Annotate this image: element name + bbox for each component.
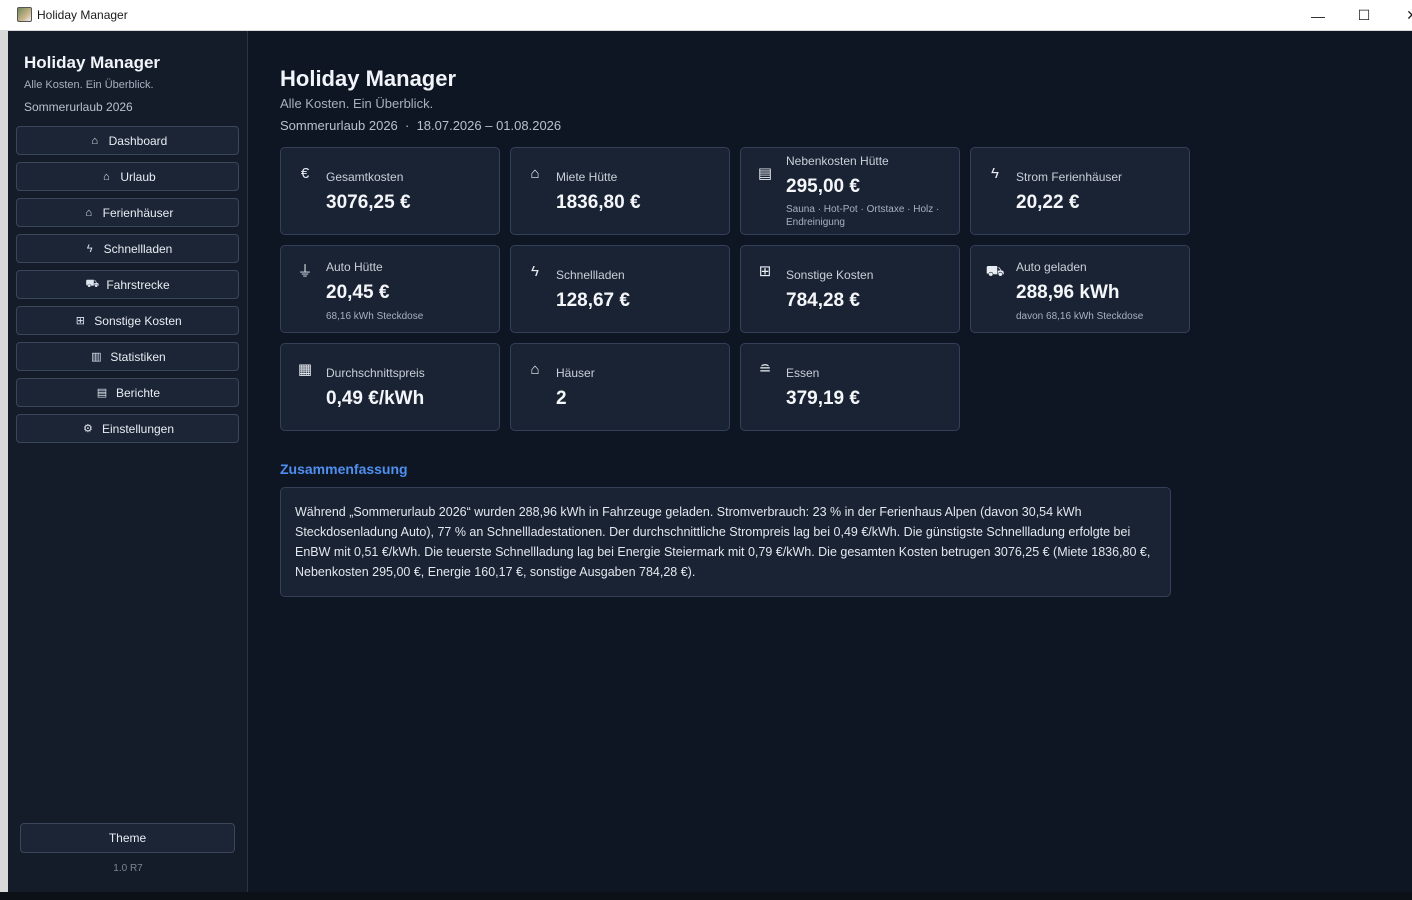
card-auto-huette: ⏚ Auto Hütte 20,45 € 68,16 kWh Steckdose [280, 245, 500, 333]
receipt-icon: ▤ [757, 165, 773, 182]
page-subtitle: Alle Kosten. Ein Überblick. [280, 96, 434, 111]
card-value: 295,00 € [786, 176, 860, 197]
nav-dashboard-button[interactable]: ⌂ Dashboard [16, 126, 239, 155]
card-essen: ≘ Essen 379,19 € [740, 343, 960, 431]
cart-icon: ⊞ [758, 263, 772, 280]
bolt-icon: ϟ [991, 165, 999, 182]
page-title: Holiday Manager [280, 66, 457, 91]
nav-sonstige-kosten-button[interactable]: ⊞ Sonstige Kosten [16, 306, 239, 335]
card-gesamtkosten: € Gesamtkosten 3076,25 € [280, 147, 500, 235]
car-icon: ⛟ [985, 263, 1005, 280]
card-label: Nebenkosten Hütte [786, 154, 889, 168]
nav-label: Ferienhäuser [102, 205, 174, 220]
window-title-bar: Holiday Manager — ☐ ✕ [0, 0, 1412, 31]
card-note: davon 68,16 kWh Steckdose [1016, 311, 1144, 322]
card-label: Häuser [556, 366, 595, 380]
window-bottom-edge [0, 892, 1412, 900]
sidebar-subtitle: Alle Kosten. Ein Überblick. [24, 79, 154, 91]
nav-label: Berichte [115, 385, 161, 400]
cart-icon: ⊞ [75, 315, 85, 327]
house-icon: ⌂ [85, 206, 92, 219]
card-label: Auto geladen [1016, 260, 1087, 274]
minimize-button[interactable]: — [1295, 0, 1341, 31]
card-schnellladen: ϟ Schnellladen 128,67 € [510, 245, 730, 333]
nav-label: Einstellungen [101, 421, 175, 436]
card-value: 784,28 € [786, 290, 860, 311]
burger-icon: ≘ [758, 361, 772, 378]
nav-label: Fahrstrecke [106, 277, 170, 292]
plug-icon: ⏚ [297, 263, 313, 280]
nav-statistiken-button[interactable]: ▥ Statistiken [16, 342, 239, 371]
card-value: 1836,80 € [556, 192, 641, 213]
car-icon: ⛟ [85, 277, 100, 290]
card-label: Miete Hütte [556, 170, 618, 184]
card-value: 20,22 € [1016, 192, 1080, 213]
card-durchschnittspreis: ▦ Durchschnittspreis 0,49 €/kWh [280, 343, 500, 431]
summary-text: Während „Sommerurlaub 2026“ wurden 288,9… [280, 487, 1171, 597]
nav-label: Statistiken [110, 349, 166, 364]
nav-berichte-button[interactable]: ▤ Berichte [16, 378, 239, 407]
theme-button[interactable]: Theme [20, 823, 235, 853]
bar-chart-icon: ▥ [91, 351, 102, 363]
card-label: Durchschnittspreis [326, 366, 425, 380]
bolt-icon: ϟ [531, 263, 539, 280]
card-sonstige-kosten: ⊞ Sonstige Kosten 784,28 € [740, 245, 960, 333]
house-icon: ⌂ [530, 165, 540, 182]
maximize-button[interactable]: ☐ [1341, 0, 1387, 31]
card-miete-huette: ⌂ Miete Hütte 1836,80 € [510, 147, 730, 235]
window-edge [0, 31, 8, 900]
card-value: 379,19 € [786, 388, 860, 409]
gear-icon: ⚙ [83, 423, 93, 435]
summary-heading: Zusammenfassung [280, 461, 408, 477]
trip-date-range: Sommerurlaub 2026 · 18.07.2026 – 01.08.2… [280, 118, 562, 133]
card-label: Gesamtkosten [326, 170, 404, 184]
card-label: Sonstige Kosten [786, 268, 874, 282]
nav-label: Schnellladen [103, 241, 173, 256]
card-label: Essen [786, 366, 820, 380]
close-button[interactable]: ✕ [1389, 0, 1412, 31]
nav-einstellungen-button[interactable]: ⚙ Einstellungen [16, 414, 239, 443]
house-icon: ⌂ [530, 361, 540, 378]
card-label: Strom Ferienhäuser [1016, 170, 1123, 184]
card-auto-geladen: ⛟ Auto geladen 288,96 kWh davon 68,16 kW… [970, 245, 1190, 333]
document-icon: ▤ [96, 387, 108, 399]
card-label: Auto Hütte [326, 260, 383, 274]
card-value: 0,49 €/kWh [326, 388, 425, 409]
bolt-icon: ϟ [86, 242, 93, 255]
house-icon: ⌂ [102, 170, 110, 183]
card-value: 128,67 € [556, 290, 630, 311]
window-title: Holiday Manager [37, 8, 128, 22]
card-value: 288,96 kWh [1016, 282, 1120, 303]
nav-label: Sonstige Kosten [94, 313, 182, 328]
sidebar: Holiday Manager Alle Kosten. Ein Überbli… [8, 31, 248, 892]
card-note: 68,16 kWh Steckdose [326, 311, 424, 322]
euro-icon: € [300, 165, 310, 182]
card-value: 2 [556, 388, 567, 409]
app-icon [17, 7, 32, 22]
nav-label: Dashboard [108, 133, 168, 148]
card-haeuser: ⌂ Häuser 2 [510, 343, 730, 431]
house-icon: ⌂ [91, 134, 98, 147]
nav-schnellladen-button[interactable]: ϟ Schnellladen [16, 234, 239, 263]
sidebar-trip-name: Sommerurlaub 2026 [24, 100, 133, 114]
card-value: 20,45 € [326, 282, 390, 303]
card-value: 3076,25 € [326, 192, 411, 213]
nav-ferienhaeuser-button[interactable]: ⌂ Ferienhäuser [16, 198, 239, 227]
nav-label: Urlaub [120, 169, 156, 184]
card-label: Schnellladen [556, 268, 625, 282]
version-label: 1.0 R7 [113, 863, 143, 874]
sidebar-title: Holiday Manager [24, 53, 161, 72]
nav-fahrstrecke-button[interactable]: ⛟ Fahrstrecke [16, 270, 239, 299]
nav-urlaub-button[interactable]: ⌂ Urlaub [16, 162, 239, 191]
card-nebenkosten-huette: ▤ Nebenkosten Hütte 295,00 € Sauna · Hot… [740, 147, 960, 235]
card-strom-ferienhaeuser: ϟ Strom Ferienhäuser 20,22 € [970, 147, 1190, 235]
card-note: Sauna · Hot-Pot · Ortstaxe · Holz · Endr… [786, 204, 940, 228]
grid-chart-icon: ▦ [297, 361, 313, 378]
